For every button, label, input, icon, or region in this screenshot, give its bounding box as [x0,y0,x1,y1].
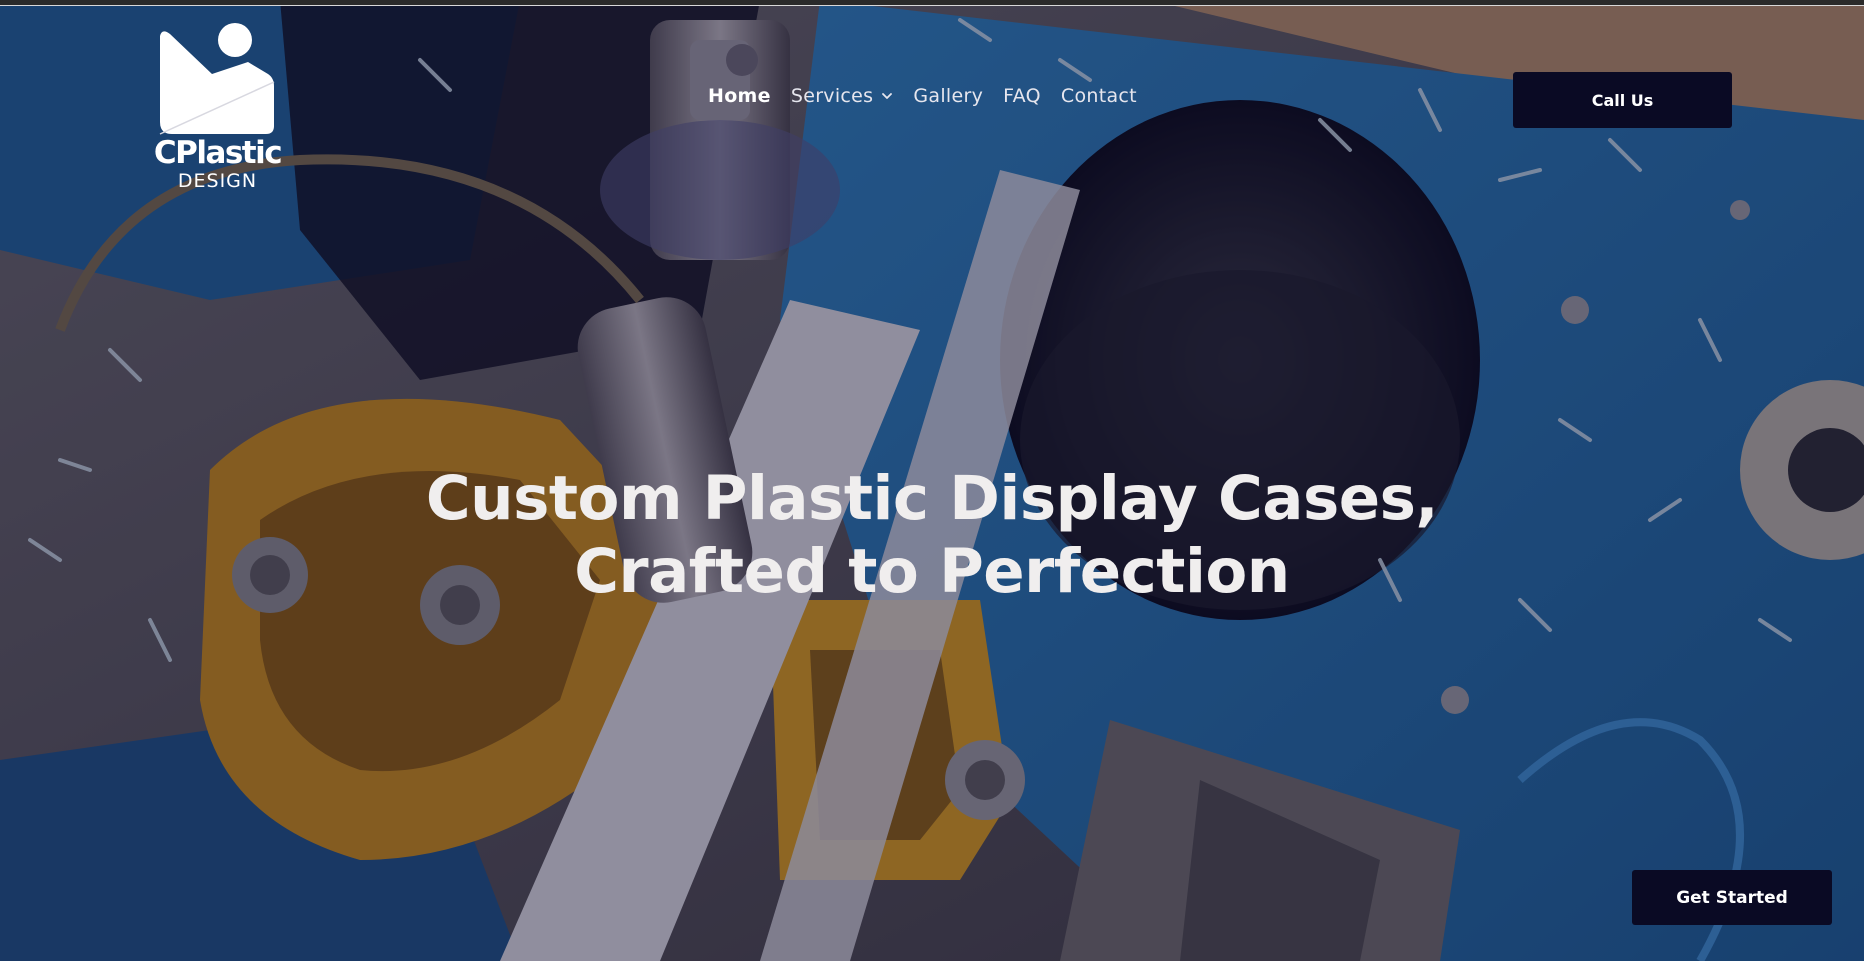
browser-top-edge [0,0,1864,6]
page: CPlastic DESIGN Home Services Gallery FA… [0,0,1864,961]
site-logo[interactable]: CPlastic DESIGN [150,22,285,194]
logo-subtitle: DESIGN [177,170,258,192]
call-us-button[interactable]: Call Us [1513,72,1732,128]
nav-item-label: Home [708,85,771,107]
get-started-label: Get Started [1676,887,1788,908]
nav-item-label: Services [790,85,874,107]
nav-item-home[interactable]: Home [708,85,771,107]
nav-item-label: Contact [1060,85,1137,107]
nav-item-label: Gallery [913,85,984,107]
main-nav: Home Services Gallery FAQ Contact [708,82,1157,110]
nav-item-contact[interactable]: Contact [1061,85,1137,107]
hero-title-line-2: Crafted to Perfection [574,536,1290,607]
nav-item-services[interactable]: Services [791,85,894,107]
hero-title: Custom Plastic Display Cases, Crafted to… [382,462,1482,608]
call-us-label: Call Us [1591,90,1654,110]
nav-item-label: FAQ [1003,85,1041,107]
chevron-down-icon [882,93,893,99]
hero-title-line-1: Custom Plastic Display Cases, [425,463,1439,534]
logo-wordmark: CPlastic [153,135,283,171]
logo-mark-icon [159,23,275,135]
get-started-button[interactable]: Get Started [1632,870,1832,925]
nav-item-gallery[interactable]: Gallery [913,85,983,107]
nav-item-faq[interactable]: FAQ [1003,85,1041,107]
